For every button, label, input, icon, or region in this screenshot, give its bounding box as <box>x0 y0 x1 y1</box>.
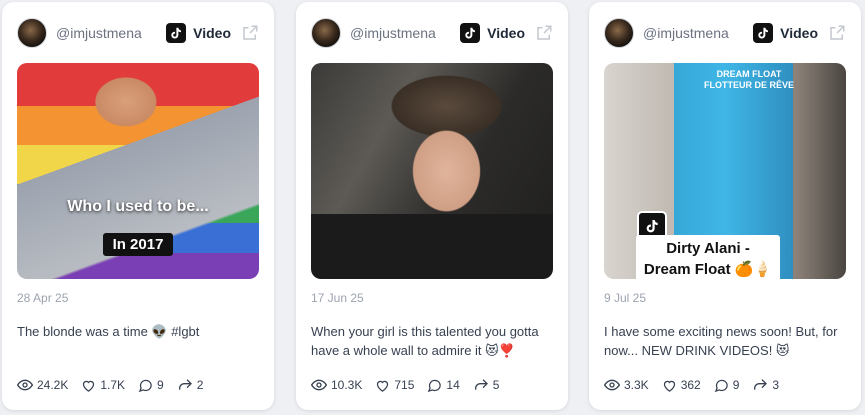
post-date: 28 Apr 25 <box>17 291 69 305</box>
post-date: 9 Jul 25 <box>604 291 647 305</box>
card-header: @imjustmena Video <box>311 18 553 48</box>
platform-label: Video <box>193 25 231 41</box>
avatar[interactable] <box>17 18 47 48</box>
comments-count: 9 <box>157 378 164 392</box>
avatar[interactable] <box>311 18 341 48</box>
heart-icon <box>663 380 675 392</box>
post-stats: 10.3K 715 14 5 <box>311 376 558 394</box>
share-icon <box>178 379 192 390</box>
post-caption: When your girl is this talented you gott… <box>311 324 539 358</box>
video-thumbnail[interactable]: Who I used to be... In 2017 <box>17 63 259 279</box>
platform-label: Video <box>780 25 818 41</box>
shares-stat: 5 <box>473 377 500 393</box>
comment-icon <box>714 379 728 392</box>
views-stat: 10.3K <box>311 377 362 393</box>
post-stats: 24.2K 1.7K 9 2 <box>17 376 264 394</box>
comment-icon <box>428 379 442 392</box>
comments-count: 14 <box>446 378 460 392</box>
post-stats: 3.3K 362 9 3 <box>604 376 851 394</box>
views-count: 3.3K <box>624 378 649 392</box>
shares-count: 5 <box>492 378 500 392</box>
heart-icon <box>377 380 389 392</box>
comments-stat: 9 <box>714 378 740 393</box>
post-date: 17 Jun 25 <box>311 291 364 305</box>
shares-stat: 3 <box>752 377 779 393</box>
post-card[interactable]: @imjustmena Video Who I used to be... In… <box>2 2 274 410</box>
comments-count: 9 <box>732 378 740 392</box>
video-thumbnail[interactable] <box>311 63 553 279</box>
shares-stat: 2 <box>177 377 204 393</box>
external-link-icon[interactable] <box>241 24 259 42</box>
comments-stat: 14 <box>427 378 460 393</box>
thumbnail-overlay-text: Who I used to be... <box>67 198 209 215</box>
likes-stat: 1.7K <box>81 378 125 393</box>
thumbnail-overlay-badge: In 2017 <box>103 233 173 256</box>
share-icon <box>474 379 488 390</box>
eye-icon <box>17 379 33 391</box>
thumbnail-caption-line2: Dream Float 🍊🍦 <box>643 261 773 278</box>
platform-tag: Video <box>460 23 525 43</box>
platform-label: Video <box>487 25 525 41</box>
thumbnail-caption-line1: Dirty Alani - <box>666 240 750 257</box>
heart-icon <box>83 380 95 392</box>
eye-icon <box>311 379 327 391</box>
likes-count: 715 <box>394 378 415 392</box>
post-card[interactable]: @imjustmena Video 17 Jun 25 When your gi… <box>296 2 568 410</box>
likes-stat: 362 <box>662 378 701 393</box>
likes-count: 362 <box>680 378 701 392</box>
likes-count: 1.7K <box>100 378 126 392</box>
views-stat: 3.3K <box>604 377 649 393</box>
tiktok-icon <box>166 23 187 43</box>
external-link-icon[interactable] <box>535 24 553 42</box>
card-header: @imjustmena Video <box>17 18 259 48</box>
external-link-icon[interactable] <box>828 24 846 42</box>
platform-tag: Video <box>166 23 231 43</box>
views-stat: 24.2K <box>17 377 68 393</box>
views-count: 10.3K <box>331 378 363 392</box>
username[interactable]: @imjustmena <box>643 25 753 41</box>
tiktok-icon <box>753 23 774 43</box>
can-label-text: DREAM FLOAT FLOTTEUR DE RÊVE <box>703 69 794 90</box>
shares-count: 2 <box>196 378 204 392</box>
post-caption: The blonde was a time 👽 #lgbt <box>17 324 200 339</box>
views-count: 24.2K <box>37 378 69 392</box>
card-header: @imjustmena Video <box>604 18 846 48</box>
shares-count: 3 <box>772 378 780 392</box>
share-icon <box>754 379 768 390</box>
thumbnail-caption-box: Dirty Alani - Dream Float 🍊🍦 <box>636 235 780 279</box>
comments-stat: 9 <box>138 378 164 393</box>
avatar[interactable] <box>604 18 634 48</box>
tiktok-icon <box>460 23 481 43</box>
post-caption: I have some exciting news soon! But, for… <box>604 324 838 358</box>
platform-tag: Video <box>753 23 818 43</box>
likes-stat: 715 <box>375 378 414 393</box>
post-card[interactable]: @imjustmena Video DREAM FLOAT FLOTTEUR D… <box>589 2 861 410</box>
username[interactable]: @imjustmena <box>56 25 166 41</box>
eye-icon <box>604 379 620 391</box>
username[interactable]: @imjustmena <box>350 25 460 41</box>
video-thumbnail[interactable]: DREAM FLOAT FLOTTEUR DE RÊVE Dirty Alani… <box>604 63 846 279</box>
comment-icon <box>138 379 152 392</box>
